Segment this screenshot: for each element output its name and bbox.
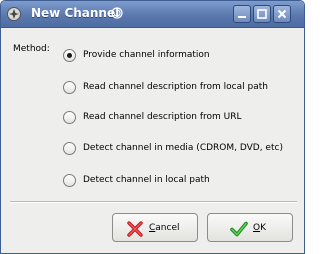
radio-button[interactable] bbox=[63, 142, 76, 155]
title-bar[interactable]: New Channel bbox=[1, 1, 304, 28]
ok-label: OK bbox=[253, 223, 266, 233]
radio-button[interactable] bbox=[63, 174, 76, 187]
swirl-logo-icon bbox=[111, 7, 123, 19]
window-title: New Channel bbox=[31, 6, 120, 20]
maximize-icon bbox=[257, 9, 267, 19]
method-label: Method: bbox=[13, 44, 50, 54]
green-check-icon bbox=[230, 221, 248, 237]
cancel-button[interactable]: Cancel bbox=[112, 213, 198, 242]
separator bbox=[10, 201, 297, 203]
option-label: Provide channel information bbox=[83, 50, 210, 60]
radio-button[interactable] bbox=[63, 81, 76, 94]
minimize-icon bbox=[238, 16, 246, 18]
new-channel-dialog: New Channel Method: Provide channel info… bbox=[0, 0, 305, 254]
radio-button[interactable] bbox=[63, 49, 76, 62]
red-x-icon bbox=[127, 221, 143, 237]
cancel-label: Cancel bbox=[149, 223, 180, 233]
option-label: Read channel description from URL bbox=[83, 112, 242, 122]
option-label: Detect channel in media (CDROM, DVD, etc… bbox=[83, 143, 283, 153]
ok-button[interactable]: OK bbox=[207, 213, 293, 242]
option-label: Read channel description from local path bbox=[83, 82, 268, 92]
app-icon[interactable] bbox=[6, 6, 22, 22]
option-label: Detect channel in local path bbox=[83, 175, 210, 185]
radio-button[interactable] bbox=[63, 111, 76, 124]
close-button[interactable] bbox=[273, 5, 291, 23]
minimize-button[interactable] bbox=[233, 5, 251, 23]
maximize-button[interactable] bbox=[253, 5, 271, 23]
close-icon bbox=[277, 9, 287, 19]
